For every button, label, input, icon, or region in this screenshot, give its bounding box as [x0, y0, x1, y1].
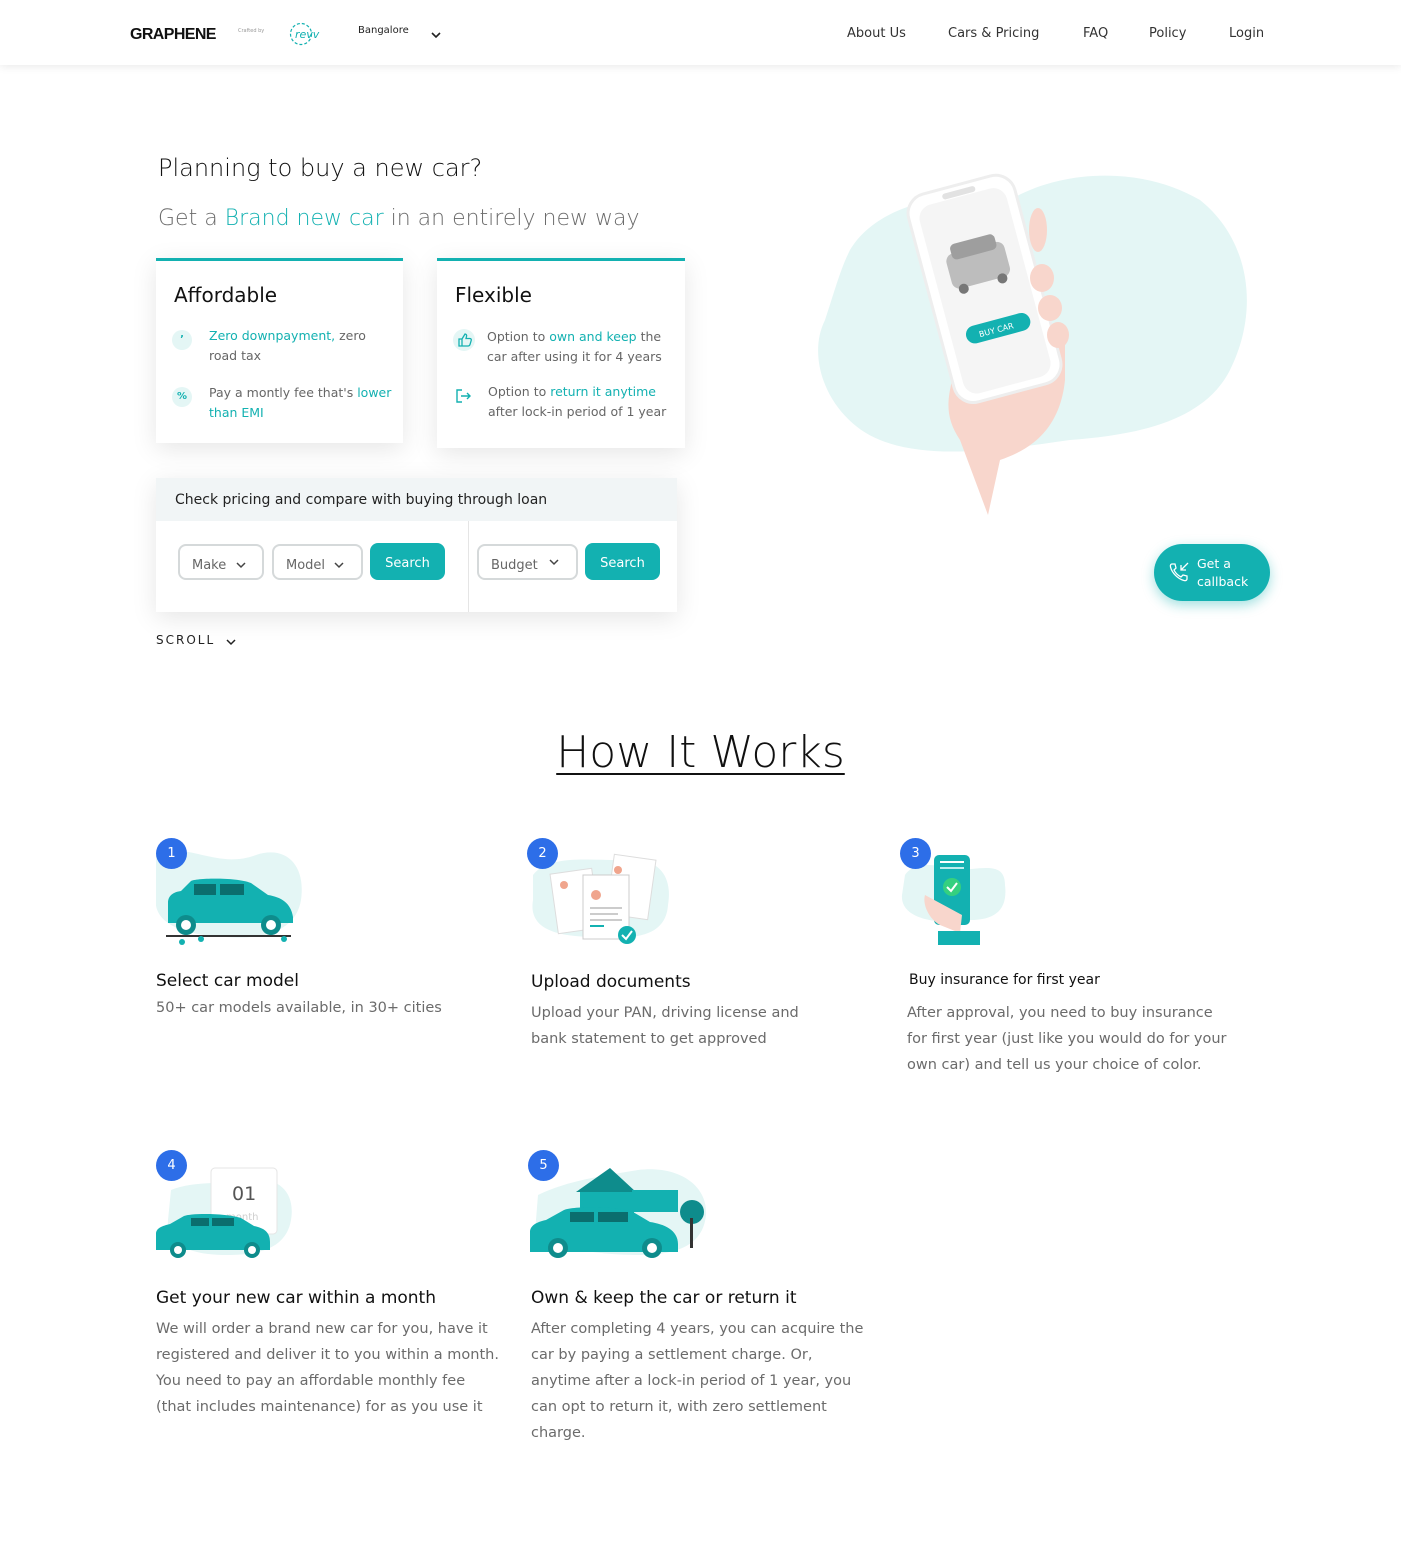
calendar-day: 01: [232, 1183, 256, 1205]
search-by-model-button[interactable]: Search: [370, 543, 445, 580]
pricing-panel: Check pricing and compare with buying th…: [156, 478, 677, 612]
chevron-down-icon: [549, 559, 559, 566]
model-select[interactable]: Model: [272, 544, 363, 580]
step-2-badge: 2: [527, 838, 558, 869]
flexible-card: Flexible Option to own and keep the car …: [437, 258, 685, 448]
step-1-description: 50+ car models available, in 30+ cities: [156, 1000, 442, 1016]
affordable-title: Affordable: [174, 283, 278, 307]
finger-shape: [1047, 322, 1069, 348]
search-by-budget-button[interactable]: Search: [585, 543, 660, 580]
city-selector[interactable]: Bangalore: [358, 25, 409, 36]
make-select-label: Make: [192, 558, 227, 573]
rupee-icon: ’: [172, 330, 192, 350]
step-5-description: After completing 4 years, you can acquir…: [531, 1321, 864, 1441]
graphene-logo[interactable]: GRAPHENE: [130, 26, 216, 44]
how-it-works-title-text: How It Works: [556, 727, 845, 778]
phone-callback-icon: [1169, 562, 1189, 582]
step-1-badge: 1: [156, 838, 187, 869]
nav-faq[interactable]: FAQ: [1083, 26, 1108, 41]
step-3-title: Buy insurance for first year: [909, 972, 1100, 988]
thumbs-up-icon: [453, 329, 475, 351]
pricing-divider: [468, 521, 469, 612]
callback-line-2: callback: [1197, 574, 1249, 589]
step-2-title: Upload documents: [531, 972, 691, 992]
percent-icon: %: [172, 387, 192, 407]
feature-highlight: Zero downpayment,: [209, 328, 336, 343]
budget-select-label: Budget: [491, 558, 538, 573]
step-1-title: Select car model: [156, 971, 299, 991]
crafted-by-label: Crafted by: [238, 28, 265, 34]
chevron-down-icon: [334, 562, 344, 569]
step-5-illustration: [530, 1168, 707, 1258]
pricing-heading: Check pricing and compare with buying th…: [175, 492, 548, 508]
nav-cars-pricing[interactable]: Cars & Pricing: [948, 26, 1039, 41]
hero-subtitle-prefix: Get a: [158, 206, 225, 231]
finger-shape: [1029, 208, 1047, 252]
finger-shape: [1030, 264, 1054, 292]
how-it-works-title: How It Works: [0, 727, 1401, 778]
feature-text: Option to: [488, 384, 551, 399]
hero-subtitle-accent: Brand new car: [224, 206, 384, 231]
nav-policy[interactable]: Policy: [1149, 26, 1186, 41]
feature-text: Pay a montly fee that's: [209, 385, 358, 400]
chevron-down-icon[interactable]: [430, 29, 442, 41]
step-5-badge: 5: [528, 1150, 559, 1181]
hand-phone-illustration: BUY CAR: [818, 173, 1247, 515]
hero-subtitle: Get a Brand new car in an entirely new w…: [158, 206, 639, 231]
affordable-card: Affordable ’ Zero downpayment, zero road…: [156, 258, 403, 443]
budget-select[interactable]: Budget: [477, 544, 578, 580]
step-3-description: After approval, you need to buy insuranc…: [907, 1005, 1227, 1073]
feature-highlight: return it anytime: [550, 384, 656, 399]
pricing-header: Check pricing and compare with buying th…: [156, 478, 677, 521]
nav-about-us[interactable]: About Us: [847, 26, 906, 41]
scroll-indicator[interactable]: SCROLL: [156, 633, 236, 647]
step-2-description: Upload your PAN, driving license and ban…: [531, 1005, 799, 1047]
top-nav: GRAPHENE Crafted by revv Bangalore About…: [0, 0, 1401, 65]
model-select-label: Model: [286, 558, 326, 573]
callback-line-1: Get a: [1197, 556, 1231, 571]
chevron-down-icon: [236, 562, 246, 569]
finger-shape: [1038, 295, 1062, 321]
revv-logo-text: revv: [295, 28, 320, 41]
flexible-title: Flexible: [455, 283, 532, 307]
scroll-label: SCROLL: [156, 633, 216, 647]
callback-label: Get a callback: [1197, 555, 1248, 591]
exit-icon: [456, 389, 471, 403]
feature-highlight: own and keep: [549, 329, 637, 344]
step-4-description: We will order a brand new car for you, h…: [156, 1321, 499, 1415]
chevron-down-icon: [226, 639, 236, 646]
step-5-title: Own & keep the car or return it: [531, 1288, 797, 1308]
hero-subtitle-suffix: in an entirely new way: [383, 206, 640, 231]
step-4-title: Get your new car within a month: [156, 1288, 436, 1308]
revv-logo: revv: [289, 22, 320, 46]
make-select[interactable]: Make: [178, 544, 264, 580]
nav-login[interactable]: Login: [1229, 26, 1264, 41]
step-4-badge: 4: [156, 1150, 187, 1181]
step-3-badge: 3: [900, 838, 931, 869]
get-callback-button[interactable]: Get a callback: [1154, 544, 1270, 601]
feature-text: Option to: [487, 329, 550, 344]
feature-text: after lock-in period of 1 year: [488, 404, 667, 419]
hero-title: Planning to buy a new car?: [158, 154, 483, 182]
